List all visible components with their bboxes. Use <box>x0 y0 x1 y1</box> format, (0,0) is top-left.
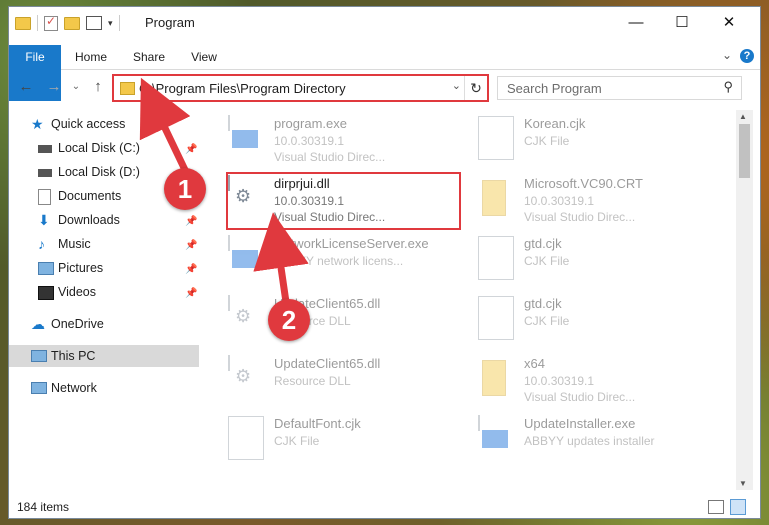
step-badge-2: 2 <box>268 299 310 341</box>
annotation-arrows <box>139 77 309 303</box>
step-badge-1: 1 <box>164 168 206 210</box>
arrow-1 <box>139 77 191 174</box>
arrow-2 <box>253 212 309 303</box>
